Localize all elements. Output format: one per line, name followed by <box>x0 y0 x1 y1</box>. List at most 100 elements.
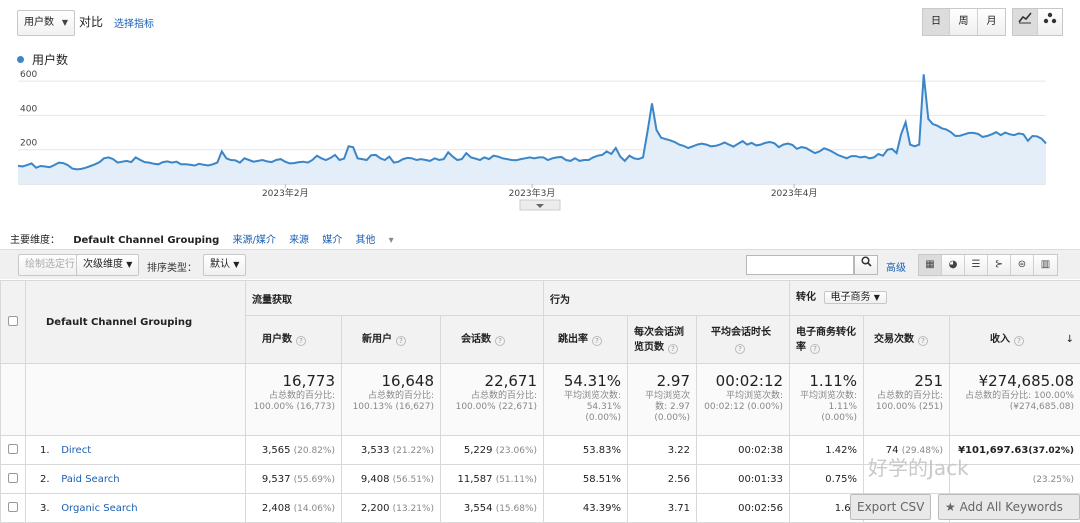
cell-percent: (21.22%) <box>393 446 434 456</box>
column-header-users[interactable]: 用户数? <box>246 316 342 364</box>
dimension-column-header[interactable]: Default Channel Grouping <box>26 281 246 364</box>
table-search-input[interactable] <box>746 255 854 275</box>
column-header-pages-per-session[interactable]: 每次会话浏览页数? <box>628 316 697 364</box>
group-header-conversion: 转化 电子商务 ▼ <box>790 281 1080 316</box>
help-icon[interactable]: ? <box>810 344 820 354</box>
total-sessions: 22,671占总数的百分比: 100.00% (22,671) <box>441 364 544 436</box>
y-tick-label: 600 <box>20 70 37 80</box>
row-dimension-cell: 2. Paid Search <box>26 465 246 494</box>
cell-percent: (55.69%) <box>294 475 335 485</box>
watermark: 好学的Jack <box>868 452 969 481</box>
scatter-chart-icon[interactable] <box>1038 9 1062 35</box>
sort-descending-icon[interactable]: ↓ <box>1066 332 1074 347</box>
row-index: 3. <box>40 503 58 514</box>
metric-dropdown[interactable]: 用户数 ▼ <box>17 10 75 36</box>
total-transactions: 251占总数的百分比: 100.00% (251) <box>864 364 950 436</box>
performance-view-icon[interactable]: ☰ <box>965 255 988 275</box>
dimension-medium[interactable]: 媒介 <box>322 235 342 246</box>
search-icon[interactable] <box>854 255 878 275</box>
granularity-week-button[interactable]: 周 <box>950 9 978 35</box>
conversion-goal-dropdown[interactable]: 电子商务 ▼ <box>824 291 887 304</box>
total-value: 54.31% <box>550 373 621 389</box>
column-header-transactions[interactable]: 交易次数? <box>864 316 950 364</box>
column-header-new-users[interactable]: 新用户? <box>342 316 441 364</box>
cell-percent: (20.82%) <box>294 446 335 456</box>
pie-view-icon[interactable]: ◕ <box>942 255 965 275</box>
cell-pages-per-session: 3.22 <box>628 436 697 465</box>
group-header-behavior: 行为 <box>544 281 790 316</box>
column-header-ecommerce-rate[interactable]: 电子商务转化率? <box>790 316 864 364</box>
choose-metric-link[interactable]: 选择指标 <box>114 15 154 30</box>
checkbox-icon <box>8 473 18 483</box>
pivot-view-icon[interactable]: ▥ <box>1034 255 1057 275</box>
help-icon[interactable]: ? <box>396 336 406 346</box>
row-checkbox[interactable] <box>1 436 26 465</box>
cell-sessions: 3,554 (15.68%) <box>441 494 544 523</box>
term-cloud-view-icon[interactable]: ⊜ <box>1011 255 1034 275</box>
column-header-bounce-rate[interactable]: 跳出率? <box>544 316 628 364</box>
chevron-down-icon: ▼ <box>233 260 239 269</box>
y-tick-label: 200 <box>20 139 37 149</box>
granularity-day-button[interactable]: 日 <box>923 9 950 35</box>
table-view-icon[interactable]: ▦ <box>919 255 942 275</box>
chart-header: 用户数 ▼ 对比 选择指标 日 周 月 <box>0 0 1080 44</box>
select-all-checkbox[interactable] <box>1 281 26 364</box>
dimension-source-medium[interactable]: 来源/媒介 <box>233 235 276 246</box>
sort-type-dropdown[interactable]: 默认 ▼ <box>203 254 246 276</box>
secondary-dimension-dropdown[interactable]: 次级维度 ▼ <box>76 254 139 276</box>
totals-checkbox-cell <box>1 364 26 436</box>
cell-ecommerce-rate: 1.42% <box>790 436 864 465</box>
column-header-sessions[interactable]: 会话数? <box>441 316 544 364</box>
plot-rows-button[interactable]: 绘制选定行 <box>18 254 82 276</box>
column-header-revenue[interactable]: 收入?↓ <box>950 316 1080 364</box>
column-header-sessions-label: 会话数 <box>461 334 491 345</box>
help-icon[interactable]: ? <box>668 344 678 354</box>
row-dimension-link[interactable]: Paid Search <box>61 474 119 485</box>
totals-row: 16,773占总数的百分比: 100.00% (16,773) 16,648占总… <box>1 364 1080 436</box>
line-chart-icon[interactable] <box>1013 9 1038 35</box>
dimension-source[interactable]: 来源 <box>289 235 309 246</box>
chevron-down-icon: ▾ <box>389 235 394 246</box>
help-icon[interactable]: ? <box>918 336 928 346</box>
cell-new-users: 2,200 (13.21%) <box>342 494 441 523</box>
help-icon[interactable]: ? <box>592 336 602 346</box>
column-header-ecommerce-rate-label: 电子商务转化率 <box>796 327 856 353</box>
granularity-month-button[interactable]: 月 <box>978 9 1005 35</box>
cell-value: 2,200 <box>361 503 390 514</box>
cell-value: 9,537 <box>262 474 291 485</box>
cell-pages-per-session: 2.56 <box>628 465 697 494</box>
comparison-view-icon[interactable]: ⊱ <box>988 255 1011 275</box>
export-csv-button[interactable]: Export CSV <box>850 494 931 520</box>
row-checkbox[interactable] <box>1 494 26 523</box>
help-icon[interactable]: ? <box>735 344 745 354</box>
advanced-filter-link[interactable]: 高级 <box>886 259 906 274</box>
dimension-other[interactable]: 其他 ▾ <box>355 235 403 246</box>
cell-value: 2,408 <box>262 503 291 514</box>
column-header-bounce-rate-label: 跳出率 <box>558 334 588 345</box>
chart-collapse-handle[interactable] <box>520 200 560 210</box>
chevron-down-icon: ▼ <box>62 11 68 35</box>
cell-avg-duration: 00:02:56 <box>697 494 790 523</box>
help-icon[interactable]: ? <box>1014 336 1024 346</box>
cell-bounce-rate: 58.51% <box>544 465 628 494</box>
primary-dimension-current[interactable]: Default Channel Grouping <box>73 235 219 246</box>
cell-value: 11,587 <box>458 474 493 485</box>
cell-value: 9,408 <box>361 474 390 485</box>
row-index: 2. <box>40 474 58 485</box>
total-sub: 平均浏览次数: 1.11% (0.00%) <box>796 391 857 424</box>
cell-avg-duration: 00:01:33 <box>697 465 790 494</box>
cell-users: 2,408 (14.06%) <box>246 494 342 523</box>
help-icon[interactable]: ? <box>495 336 505 346</box>
row-dimension-link[interactable]: Direct <box>61 445 91 456</box>
total-value: 16,773 <box>252 373 335 389</box>
table-toolbar: 绘制选定行 次级维度 ▼ 排序类型： 默认 ▼ 高级 ▦ ◕ ☰ ⊱ ⊜ ▥ <box>0 249 1080 279</box>
add-all-keywords-button[interactable]: ★ Add All Keywords <box>938 494 1080 520</box>
help-icon[interactable]: ? <box>296 336 306 346</box>
totals-label-cell <box>26 364 246 436</box>
row-checkbox[interactable] <box>1 465 26 494</box>
cell-revenue: (23.25%) <box>950 465 1080 494</box>
total-value: 1.11% <box>796 373 857 389</box>
users-area-chart: 600400200 2023年2月2023年3月2023年4月 <box>0 64 1080 214</box>
row-dimension-link[interactable]: Organic Search <box>61 503 137 514</box>
column-header-avg-duration[interactable]: 平均会话时长? <box>697 316 790 364</box>
